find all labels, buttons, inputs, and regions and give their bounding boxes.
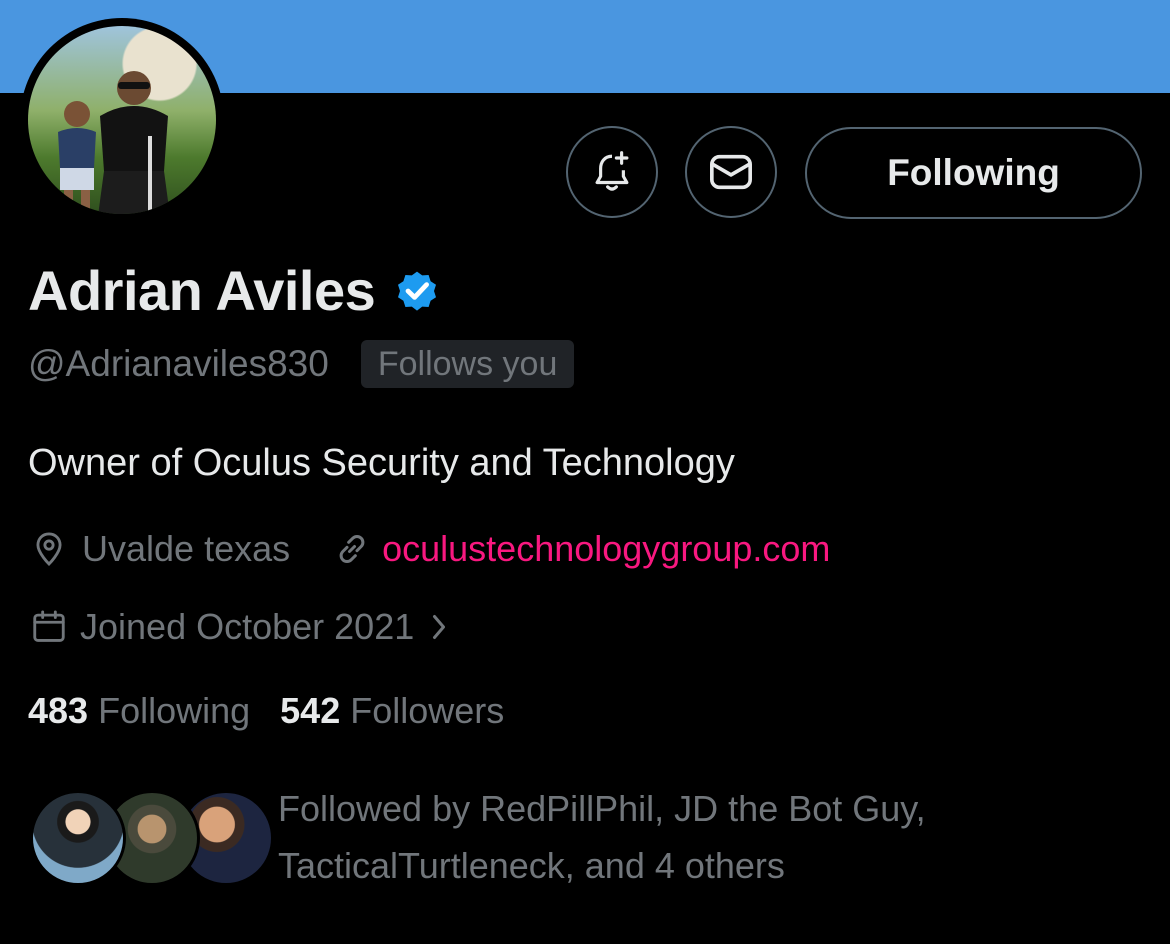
profile-name-row: Adrian Aviles [28, 258, 441, 323]
following-stat[interactable]: 483 Following [28, 690, 250, 732]
followed-by-line-1: Followed by RedPillPhil, JD the Bot Guy, [278, 788, 926, 829]
handle-row: @Adrianaviles830 Follows you [28, 340, 575, 388]
link-icon [339, 535, 365, 563]
message-button[interactable] [685, 126, 777, 218]
profile-joined-date: Joined October 2021 [80, 606, 415, 647]
profile-bio: Owner of Oculus Security and Technology [28, 442, 735, 484]
profile-meta-row: Uvalde texas oculustechnologygroup.com [30, 528, 830, 570]
notifications-button[interactable] [566, 126, 658, 218]
followers-stat[interactable]: 542 Followers [280, 690, 504, 732]
verified-badge-icon[interactable] [393, 267, 441, 315]
follow-stats: 483 Following 542 Followers [28, 690, 534, 732]
followed-by-avatars[interactable] [30, 790, 274, 890]
following-label: Following [98, 690, 251, 731]
profile-name: Adrian Aviles [28, 259, 376, 322]
following-button[interactable]: Following [805, 127, 1142, 219]
follows-you-badge: Follows you [360, 340, 575, 388]
chevron-right-icon [433, 615, 446, 639]
profile-avatar-frame[interactable] [20, 18, 224, 222]
profile-handle: @Adrianaviles830 [28, 343, 329, 384]
profile-location: Uvalde texas [82, 528, 291, 569]
profile-website-link[interactable]: oculustechnologygroup.com [382, 528, 830, 570]
following-count: 483 [28, 690, 89, 731]
followed-by-text[interactable]: Followed by RedPillPhil, JD the Bot Guy,… [278, 780, 1018, 894]
follower-avatar-1[interactable] [30, 790, 126, 886]
avatar-person-child [58, 101, 96, 212]
location-pin-icon [36, 532, 62, 567]
bell-plus-icon [595, 151, 629, 191]
followers-count: 542 [280, 690, 341, 731]
followed-by-line-2: TacticalTurtleneck, and 4 others [278, 845, 785, 886]
envelope-icon [710, 154, 752, 190]
joined-row[interactable]: Joined October 2021 [30, 606, 450, 648]
calendar-icon [33, 610, 65, 642]
followers-label: Followers [350, 690, 505, 731]
profile-avatar[interactable] [28, 26, 216, 214]
